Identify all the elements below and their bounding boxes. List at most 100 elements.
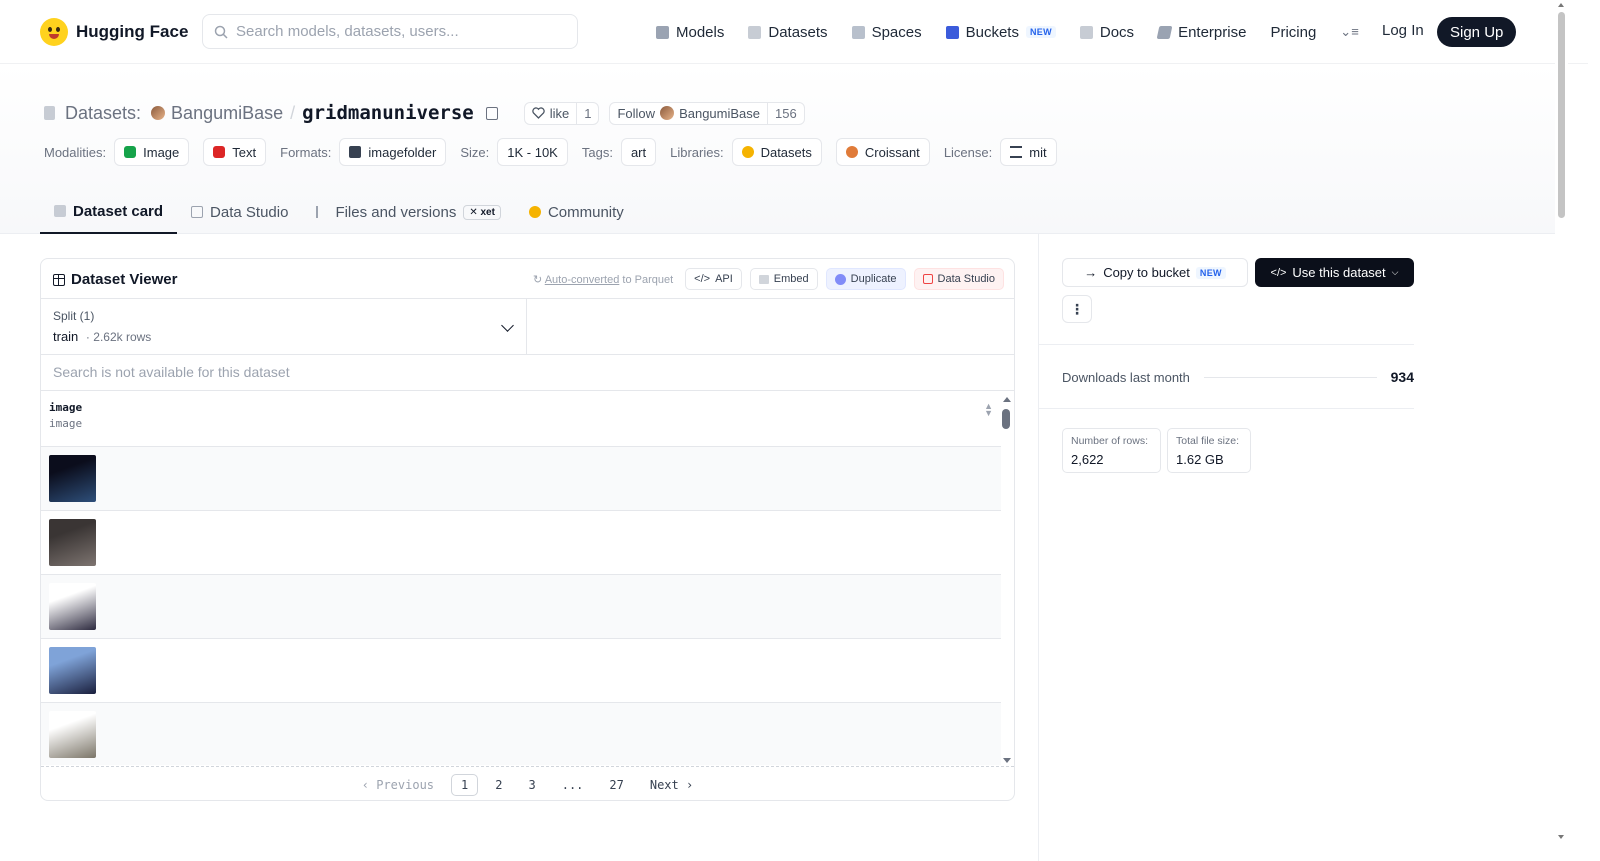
table-scrollbar[interactable] bbox=[999, 391, 1014, 765]
nav-models[interactable]: Models bbox=[656, 24, 724, 41]
nav-enterprise[interactable]: Enterprise bbox=[1156, 24, 1246, 41]
tag-text[interactable]: Text bbox=[203, 138, 267, 166]
tab-community[interactable]: Community bbox=[515, 190, 638, 234]
scroll-down-icon[interactable] bbox=[1558, 835, 1564, 839]
page-button[interactable]: 27 bbox=[600, 775, 632, 795]
window-scrollbar[interactable] bbox=[1555, 0, 1568, 861]
files-icon bbox=[316, 206, 328, 218]
more-menu-icon[interactable]: ⌄≡ bbox=[1340, 24, 1358, 40]
split-rows: · 2.62k rows bbox=[85, 330, 152, 344]
like-count: 1 bbox=[576, 102, 598, 124]
rows-container bbox=[41, 447, 1001, 765]
follow-button[interactable]: Follow BangumiBase 156 bbox=[609, 101, 805, 125]
scroll-down-icon[interactable] bbox=[1003, 758, 1011, 763]
nav-docs[interactable]: Docs bbox=[1079, 24, 1134, 41]
copy-to-bucket-button[interactable]: → Copy to bucket NEW bbox=[1062, 258, 1248, 287]
table-row[interactable] bbox=[41, 575, 1001, 639]
scroll-up-icon[interactable] bbox=[1003, 397, 1011, 402]
nav-pricing[interactable]: Pricing bbox=[1270, 24, 1316, 41]
table-row[interactable] bbox=[41, 447, 1001, 511]
follow-label: Follow bbox=[617, 105, 656, 121]
table-row[interactable] bbox=[41, 511, 1001, 575]
tag-datasets[interactable]: Datasets bbox=[731, 138, 822, 166]
dataset-icon bbox=[44, 106, 55, 120]
signup-button[interactable]: Sign Up bbox=[1437, 17, 1517, 47]
split-label: Split (1) bbox=[53, 309, 95, 323]
image-thumbnail[interactable] bbox=[49, 647, 96, 694]
tab-files-versions[interactable]: Files and versions ✕ xet bbox=[302, 190, 515, 234]
nav-datasets[interactable]: Datasets bbox=[748, 23, 828, 41]
auto-converted-suffix: to Parquet bbox=[622, 273, 674, 286]
tab-files-versions-label: Files and versions bbox=[335, 203, 457, 221]
image-thumbnail[interactable] bbox=[49, 583, 96, 630]
tab-data-studio[interactable]: Data Studio bbox=[177, 190, 302, 234]
search-icon bbox=[214, 25, 228, 39]
tag-art[interactable]: art bbox=[620, 138, 657, 166]
owner-link[interactable]: BangumiBase bbox=[171, 103, 283, 124]
auto-converted-link[interactable]: Auto-converted bbox=[545, 274, 620, 286]
search-input[interactable] bbox=[236, 23, 556, 40]
use-this-dataset-button[interactable]: </> Use this dataset ⌵ bbox=[1255, 258, 1414, 287]
tab-dataset-card[interactable]: Dataset card bbox=[40, 190, 178, 234]
viewer-header: Dataset Viewer ↻ Auto-converted to Parqu… bbox=[41, 259, 1014, 299]
previous-page-button[interactable]: ‹ Previous bbox=[353, 775, 443, 795]
nav-spaces[interactable]: Spaces bbox=[851, 24, 922, 41]
more-options-button[interactable]: ⋮ bbox=[1062, 295, 1092, 323]
api-button[interactable]: </> API bbox=[685, 268, 742, 290]
brand-name: Hugging Face bbox=[76, 22, 189, 41]
scroll-up-icon[interactable] bbox=[1558, 3, 1564, 7]
repo-name[interactable]: gridmanuniverse bbox=[302, 102, 474, 124]
tag-mit[interactable]: mit bbox=[1000, 138, 1057, 166]
tag-croissant[interactable]: Croissant bbox=[835, 138, 930, 166]
image-thumbnail[interactable] bbox=[49, 711, 96, 758]
copy-icon[interactable] bbox=[485, 106, 498, 120]
tab-dataset-card-label: Dataset card bbox=[73, 202, 164, 220]
search-box[interactable] bbox=[202, 14, 578, 49]
nav-links: Models Datasets Spaces Buckets NEW Docs E… bbox=[656, 20, 1393, 44]
duplicate-button[interactable]: Duplicate bbox=[825, 268, 906, 290]
community-icon bbox=[528, 206, 541, 218]
tag-image[interactable]: Image bbox=[114, 138, 190, 166]
column-type: image bbox=[49, 417, 83, 430]
next-page-button[interactable]: Next › bbox=[641, 775, 702, 795]
window-scroll-thumb[interactable] bbox=[1558, 12, 1565, 218]
page-button[interactable]: 3 bbox=[519, 775, 544, 795]
sort-icon[interactable]: ▲ ▼ bbox=[984, 402, 993, 418]
data-studio-icon bbox=[922, 274, 933, 284]
search-unavailable-note: Search is not available for this dataset bbox=[41, 355, 1014, 391]
follow-owner: BangumiBase bbox=[679, 105, 761, 121]
table-row[interactable] bbox=[41, 703, 1001, 765]
login-link[interactable]: Log In bbox=[1382, 22, 1424, 39]
embed-button[interactable]: Embed bbox=[749, 268, 818, 290]
page-button[interactable]: 1 bbox=[451, 773, 479, 796]
nav-datasets-label: Datasets bbox=[768, 23, 828, 41]
tag-imagefolder[interactable]: imagefolder bbox=[339, 138, 447, 166]
embed-icon bbox=[758, 274, 769, 284]
tags-label: Tags: bbox=[581, 144, 613, 160]
tag-size[interactable]: 1K - 10K bbox=[497, 138, 568, 166]
image-thumbnail[interactable] bbox=[49, 455, 96, 502]
bucket-icon bbox=[945, 25, 959, 39]
sidebar-divider bbox=[1039, 344, 1414, 345]
tag-size-label: 1K - 10K bbox=[507, 144, 558, 160]
scroll-thumb[interactable] bbox=[1002, 409, 1010, 429]
xet-badge-label: xet bbox=[480, 206, 495, 218]
split-selector[interactable]: Split (1) train · 2.62k rows bbox=[41, 299, 527, 355]
nav-buckets[interactable]: Buckets NEW bbox=[945, 24, 1056, 41]
image-icon bbox=[124, 146, 137, 158]
dataset-viewer: Dataset Viewer ↻ Auto-converted to Parqu… bbox=[40, 258, 1015, 801]
path-separator: / bbox=[290, 102, 296, 123]
brand-logo[interactable]: Hugging Face bbox=[40, 18, 188, 46]
page-button[interactable]: 2 bbox=[486, 775, 511, 795]
code-icon: </> bbox=[694, 273, 711, 285]
book-icon bbox=[1079, 25, 1093, 39]
grid-icon bbox=[851, 25, 865, 39]
data-studio-button[interactable]: Data Studio bbox=[913, 268, 1004, 290]
image-thumbnail[interactable] bbox=[49, 519, 96, 566]
table-row[interactable] bbox=[41, 639, 1001, 703]
column-header-image[interactable]: image image ▲ ▼ bbox=[41, 391, 1001, 447]
croissant-icon bbox=[845, 146, 858, 158]
hugging-face-icon bbox=[40, 18, 68, 46]
like-button[interactable]: like 1 bbox=[523, 101, 600, 125]
rows-stat-label: Number of rows: bbox=[1071, 435, 1149, 447]
